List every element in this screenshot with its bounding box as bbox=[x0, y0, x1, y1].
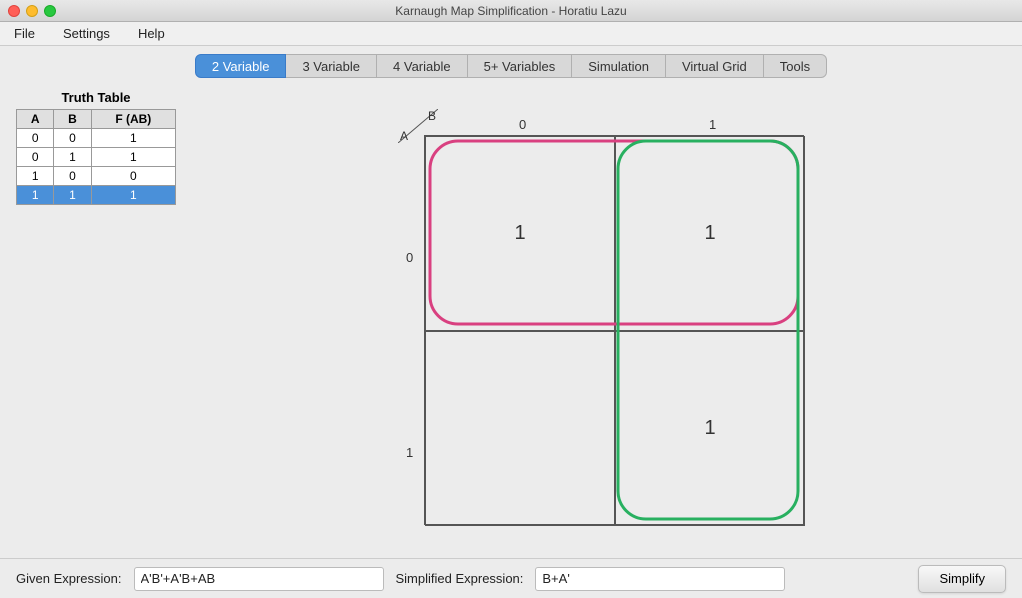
kmap-grid: 1 1 1 bbox=[424, 135, 804, 525]
cell-a-1: 0 bbox=[17, 148, 54, 167]
truth-table-container: Truth Table A B F (AB) 001011100111 bbox=[16, 90, 176, 550]
col-header-a: A bbox=[17, 110, 54, 129]
cell-f-2: 0 bbox=[91, 167, 175, 186]
simplified-expression-input[interactable] bbox=[535, 567, 785, 591]
table-row: 011 bbox=[17, 148, 176, 167]
cell-a-3: 1 bbox=[17, 186, 54, 205]
cell-a-2: 1 bbox=[17, 167, 54, 186]
kmap-wrapper: A B 0 1 0 1 1 1 1 bbox=[384, 95, 814, 545]
given-expression-input[interactable] bbox=[134, 567, 384, 591]
menu-help[interactable]: Help bbox=[132, 24, 171, 43]
cell-b-2: 0 bbox=[54, 167, 91, 186]
tab-2variable[interactable]: 2 Variable bbox=[195, 54, 287, 78]
tab-bar: 2 Variable 3 Variable 4 Variable 5+ Vari… bbox=[0, 46, 1022, 82]
kmap-cell-10[interactable] bbox=[425, 331, 615, 526]
title-bar: Karnaugh Map Simplification - Horatiu La… bbox=[0, 0, 1022, 22]
menu-settings[interactable]: Settings bbox=[57, 24, 116, 43]
menu-bar: File Settings Help bbox=[0, 22, 1022, 46]
cell-f-0: 1 bbox=[91, 129, 175, 148]
table-row: 001 bbox=[17, 129, 176, 148]
col-label-1: 1 bbox=[709, 117, 716, 132]
diagonal-a-label: A bbox=[400, 129, 408, 143]
col-header-b: B bbox=[54, 110, 91, 129]
close-button[interactable] bbox=[8, 5, 20, 17]
row-label-1: 1 bbox=[406, 445, 413, 460]
kmap-cell-00[interactable]: 1 bbox=[425, 136, 615, 331]
tab-tools[interactable]: Tools bbox=[764, 54, 827, 78]
menu-file[interactable]: File bbox=[8, 24, 41, 43]
kmap-cell-01[interactable]: 1 bbox=[615, 136, 805, 331]
kmap-cell-11[interactable]: 1 bbox=[615, 331, 805, 526]
table-row: 111 bbox=[17, 186, 176, 205]
cell-b-0: 0 bbox=[54, 129, 91, 148]
col-label-0: 0 bbox=[519, 117, 526, 132]
tab-4variable[interactable]: 4 Variable bbox=[377, 54, 468, 78]
cell-f-1: 1 bbox=[91, 148, 175, 167]
diagonal-b-label: B bbox=[428, 109, 436, 123]
bottom-bar: Given Expression: Simplified Expression:… bbox=[0, 558, 1022, 598]
truth-table-body: 001011100111 bbox=[17, 129, 176, 205]
window-title: Karnaugh Map Simplification - Horatiu La… bbox=[395, 4, 626, 18]
cell-b-3: 1 bbox=[54, 186, 91, 205]
table-row: 100 bbox=[17, 167, 176, 186]
tab-5plus[interactable]: 5+ Variables bbox=[468, 54, 573, 78]
tab-virtualgrid[interactable]: Virtual Grid bbox=[666, 54, 764, 78]
window-controls bbox=[8, 5, 56, 17]
simplify-button[interactable]: Simplify bbox=[918, 565, 1006, 593]
tab-simulation[interactable]: Simulation bbox=[572, 54, 666, 78]
kmap-area: A B 0 1 0 1 1 1 1 bbox=[192, 90, 1006, 550]
given-expression-label: Given Expression: bbox=[16, 571, 122, 586]
main-content: Truth Table A B F (AB) 001011100111 bbox=[0, 82, 1022, 558]
cell-b-1: 1 bbox=[54, 148, 91, 167]
col-header-f: F (AB) bbox=[91, 110, 175, 129]
truth-table-title: Truth Table bbox=[16, 90, 176, 105]
tab-3variable[interactable]: 3 Variable bbox=[286, 54, 377, 78]
truth-table: A B F (AB) 001011100111 bbox=[16, 109, 176, 205]
row-label-0: 0 bbox=[406, 250, 413, 265]
simplified-expression-label: Simplified Expression: bbox=[396, 571, 524, 586]
cell-f-3: 1 bbox=[91, 186, 175, 205]
cell-a-0: 0 bbox=[17, 129, 54, 148]
minimize-button[interactable] bbox=[26, 5, 38, 17]
maximize-button[interactable] bbox=[44, 5, 56, 17]
